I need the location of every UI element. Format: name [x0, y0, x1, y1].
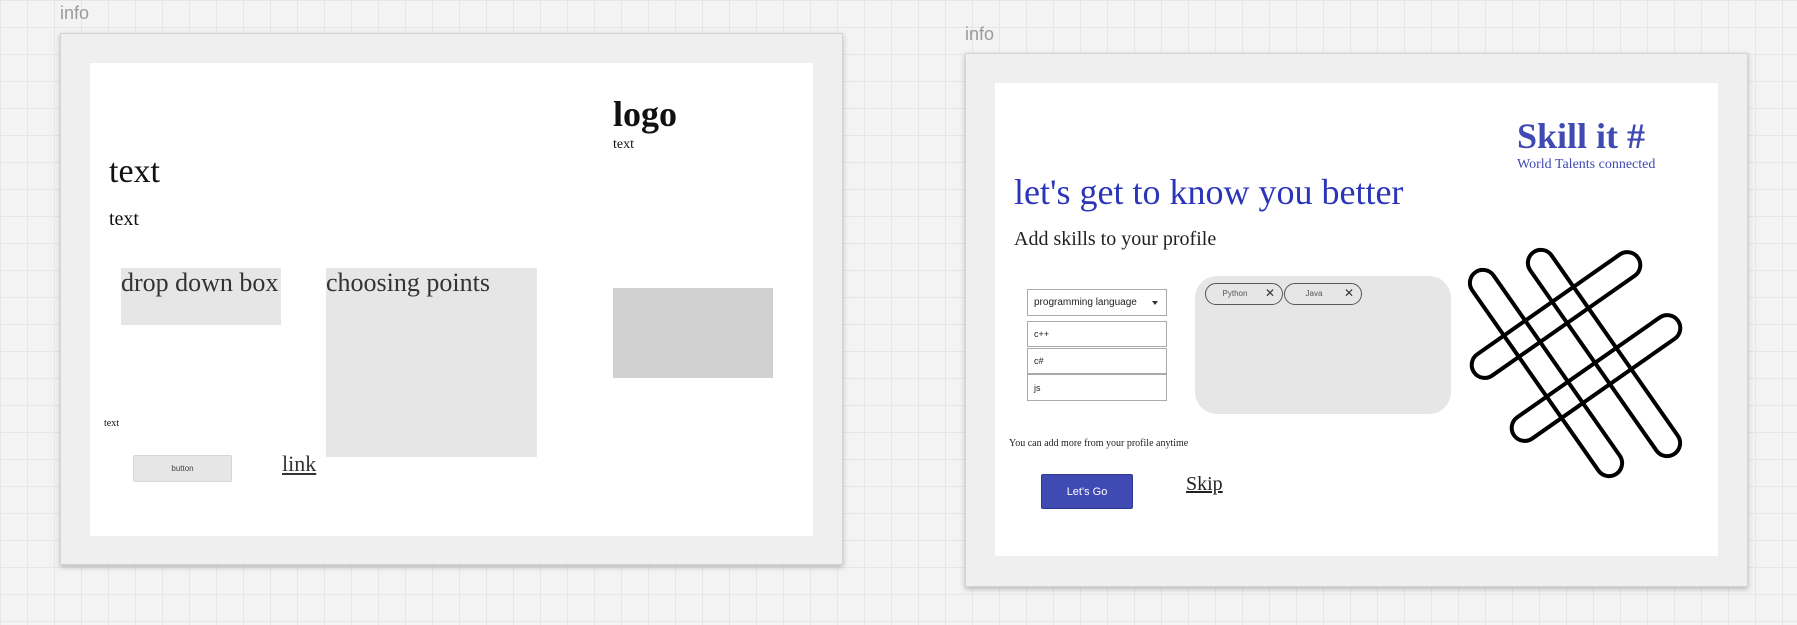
skip-link[interactable]: Skip [1186, 473, 1223, 496]
brand-title: Skill it # [1517, 116, 1646, 156]
hashtag-icon [1467, 247, 1683, 479]
wireframe-small-text: text [104, 418, 119, 429]
dropdown-option-label: c# [1034, 356, 1044, 366]
wireframe-choosing-points[interactable]: choosing points [326, 268, 537, 457]
dropdown-option-label: js [1034, 382, 1041, 393]
lets-go-button[interactable]: Let's Go [1041, 474, 1133, 509]
page-heading: let's get to know you better [1014, 172, 1404, 212]
wireframe-logo: logo [613, 94, 678, 134]
helper-note: You can add more from your profile anyti… [1009, 438, 1189, 449]
selected-skills-area: Python ✕ Java ✕ [1195, 276, 1451, 414]
wireframe-dropdown-box[interactable]: drop down box [121, 268, 281, 325]
wireframe-logo-subtext: text [613, 137, 634, 152]
wireframe-dropdown-label: drop down box [121, 268, 279, 297]
dropdown-option[interactable]: c# [1027, 348, 1167, 374]
dropdown-option-label: c++ [1034, 329, 1050, 339]
dropdown-option[interactable]: js [1027, 374, 1167, 401]
skill-chip: Java ✕ [1284, 283, 1362, 305]
wireframe-button[interactable]: button [133, 455, 232, 482]
mockup-frame-label: info [965, 24, 995, 44]
close-icon[interactable]: ✕ [1344, 286, 1354, 300]
close-icon[interactable]: ✕ [1265, 286, 1275, 300]
mockup-frame: Skill it # World Talents connected let's… [965, 53, 1748, 587]
wireframe-frame-label: info [60, 3, 90, 23]
skill-chip-label: Python [1222, 289, 1248, 298]
skill-chip-label: Java [1305, 289, 1323, 298]
wireframe-link[interactable]: link [282, 451, 316, 477]
chevron-down-icon [1152, 301, 1158, 305]
skill-category-select[interactable]: programming language [1027, 289, 1167, 316]
wireframe-title-text: text [109, 153, 160, 190]
wireframe-subtitle-text: text [109, 208, 139, 230]
brand-tagline: World Talents connected [1517, 157, 1656, 172]
skill-chip: Python ✕ [1205, 283, 1283, 305]
wireframe-image-placeholder [613, 288, 773, 378]
skill-category-select-value: programming language [1034, 297, 1137, 308]
wireframe-page: logo text text text drop down box choosi… [90, 63, 813, 536]
wireframe-frame: logo text text text drop down box choosi… [60, 33, 843, 565]
dropdown-option[interactable]: c++ [1027, 321, 1167, 347]
wireframe-choosing-points-label: choosing points [326, 268, 490, 297]
mockup-page: Skill it # World Talents connected let's… [995, 83, 1718, 556]
page-subheading: Add skills to your profile [1014, 228, 1217, 250]
